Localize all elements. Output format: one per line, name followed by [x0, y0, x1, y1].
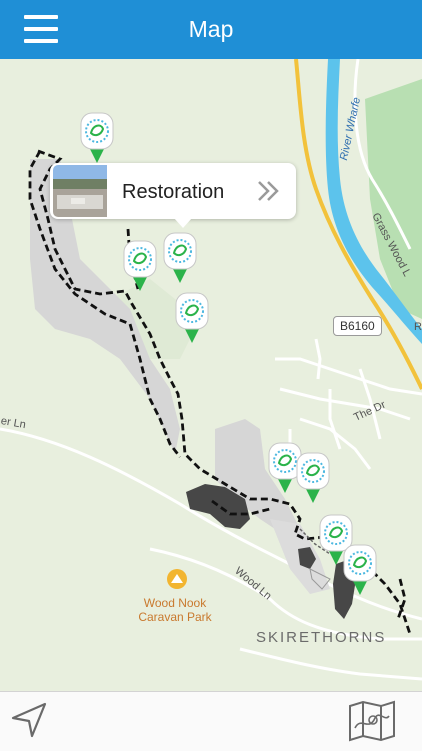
quarry-marker-pin[interactable]: [342, 543, 378, 599]
quarry-marker-pin-icon: [80, 112, 114, 163]
restoration-callout[interactable]: Restoration: [50, 163, 296, 228]
double-chevron-right-icon[interactable]: [256, 180, 282, 202]
quarry-marker-pin-icon: [343, 544, 377, 595]
quarry-photo-thumbnail: [53, 165, 107, 217]
map-view[interactable]: River Wharfe Grass Wood L B6160 The Dr e…: [0, 59, 422, 691]
road-number-badge: B6160: [333, 316, 382, 336]
quarry-marker-pin[interactable]: [174, 291, 210, 347]
quarry-marker-pin[interactable]: [295, 451, 331, 507]
quarry-marker-pin[interactable]: [122, 239, 158, 295]
locate-me-button[interactable]: [9, 700, 49, 740]
quarry-marker-pin[interactable]: [79, 111, 115, 167]
folded-map-icon: [349, 700, 395, 742]
campsite-icon: [167, 569, 187, 589]
callout-thumbnail: [53, 165, 107, 217]
map-layers-button[interactable]: [347, 698, 397, 744]
quarry-marker-pin-icon: [163, 232, 197, 283]
quarry-marker-pin-icon: [175, 292, 209, 343]
quarry-marker-pin-icon: [123, 240, 157, 291]
location-arrow-icon: [11, 702, 47, 738]
top-bar: Map: [0, 0, 422, 59]
callout-title: Restoration: [122, 181, 225, 203]
village-label: SKIRETHORNS: [256, 629, 387, 646]
poi-line-1: Wood Nook: [143, 596, 207, 610]
caravan-park-label: Wood Nook Caravan Park: [120, 596, 230, 624]
quarry-marker-pin[interactable]: [162, 231, 198, 287]
poi-line-2: Caravan Park: [138, 610, 212, 624]
edge-letter-label: R: [414, 321, 422, 333]
bottom-toolbar: [0, 691, 422, 751]
page-title: Map: [188, 16, 234, 42]
quarry-marker-pin-icon: [296, 452, 330, 503]
